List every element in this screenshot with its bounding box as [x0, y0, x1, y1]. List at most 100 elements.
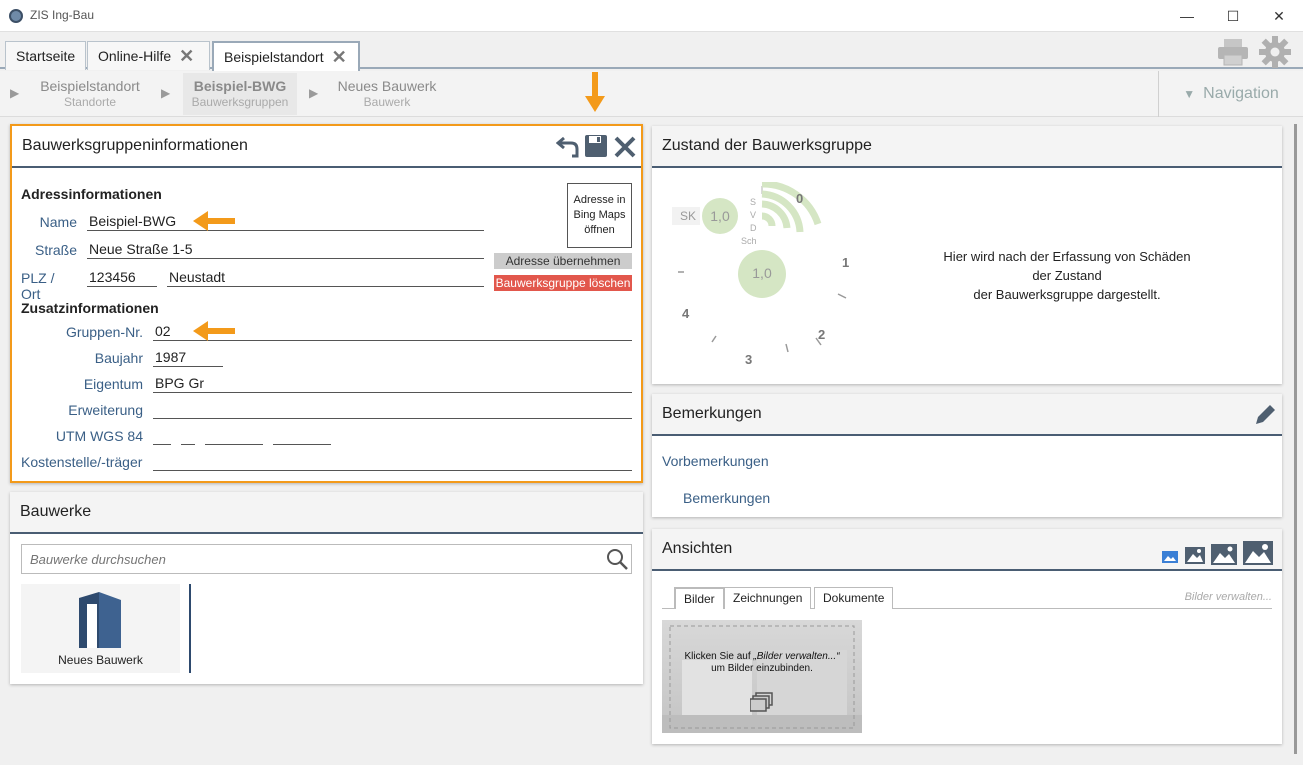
panel-title: Ansichten — [662, 540, 733, 557]
crumb-standort[interactable]: Beispielstandort Standorte — [30, 78, 150, 114]
utm-northing-field[interactable] — [273, 427, 331, 445]
chevron-down-icon: ▼ — [1183, 87, 1196, 101]
close-tab-icon[interactable]: ✕ — [332, 47, 347, 68]
tab-label: Beispielstandort — [224, 49, 324, 65]
bing-maps-button[interactable]: Adresse in Bing Maps öffnen — [567, 183, 632, 248]
tab-zeichnungen[interactable]: Zeichnungen — [724, 587, 812, 609]
search-input[interactable] — [22, 545, 582, 573]
street-field[interactable]: Neue Straße 1-5 — [87, 241, 484, 259]
condition-value: 1,0 — [752, 265, 772, 281]
scale-2: 2 — [818, 327, 826, 342]
crumb-arrow-icon: ▶ — [10, 86, 20, 100]
tab-online-hilfe[interactable]: Online-Hilfe ✕ — [87, 41, 210, 70]
year-label: Baujahr — [94, 350, 143, 366]
bauwerke-panel-header: Bauwerke — [10, 492, 643, 534]
condition-message: Hier wird nach der Erfassung von Schäden… — [900, 247, 1234, 304]
tab-dokumente[interactable]: Dokumente — [814, 587, 894, 609]
crumb-title: Beispiel-BWG — [193, 78, 287, 94]
building-photo-placeholder — [662, 625, 862, 733]
zip-field[interactable]: 123456 — [87, 269, 157, 287]
navigation-button[interactable]: ▼ Navigation — [1158, 71, 1303, 117]
close-tab-icon[interactable]: ✕ — [179, 46, 194, 67]
title-bar — [0, 0, 1303, 32]
city-field[interactable]: Neustadt — [167, 269, 484, 287]
crumb-arrow-icon: ▶ — [161, 86, 171, 100]
name-field[interactable]: Beispiel-BWG — [87, 213, 484, 231]
tile-divider — [189, 584, 191, 673]
crumb-subtitle: Bauwerk — [363, 95, 411, 109]
image-xlarge-icon[interactable] — [1242, 540, 1274, 566]
window-title: ZIS Ing-Bau — [30, 8, 95, 22]
utm-zone-field[interactable] — [153, 427, 171, 445]
message-line: der Zustand — [1032, 268, 1102, 283]
vorbemerkungen-link[interactable]: Vorbemerkungen — [662, 453, 769, 469]
bauwerke-search-box — [21, 544, 632, 574]
tab-label: Online-Hilfe — [98, 48, 172, 64]
apply-address-button[interactable]: Adresse übernehmen — [494, 253, 632, 269]
delete-group-button[interactable]: Bauwerksgruppe löschen — [494, 275, 632, 291]
scale-3: 3 — [745, 352, 753, 367]
panel-title: Bemerkungen — [662, 405, 762, 422]
search-icon[interactable] — [606, 548, 628, 570]
panel-title: Zustand der Bauwerksgruppe — [662, 137, 872, 154]
sk-value: 1,0 — [710, 208, 730, 224]
scrollbar[interactable] — [1294, 124, 1297, 754]
bemerkungen-link[interactable]: Bemerkungen — [683, 490, 770, 506]
group-no-label: Gruppen-Nr. — [65, 324, 143, 340]
name-label: Name — [39, 214, 77, 230]
scale-1: 1 — [842, 255, 850, 270]
letter-v: V — [750, 210, 757, 220]
panel-title: Bauwerke — [20, 503, 92, 520]
close-window-button[interactable]: ✕ — [1256, 0, 1302, 32]
edit-pencil-icon[interactable] — [1252, 402, 1278, 428]
bemerkungen-panel-header: Bemerkungen — [652, 394, 1282, 436]
letter-s: S — [750, 197, 757, 207]
letter-sch: Sch — [741, 236, 757, 246]
tab-bilder[interactable]: Bilder — [674, 587, 725, 609]
crumb-bauwerk[interactable]: Neues Bauwerk Bauwerk — [328, 78, 446, 114]
image-medium-icon[interactable] — [1184, 546, 1206, 565]
utm-band-field[interactable] — [181, 427, 195, 445]
panel-title: Bauwerksgruppeninformationen — [22, 137, 248, 154]
owner-label: Eigentum — [83, 376, 143, 392]
extension-field[interactable] — [153, 401, 632, 419]
image-large-icon[interactable] — [1210, 543, 1238, 566]
bauwerk-tile-label: Neues Bauwerk — [58, 653, 143, 667]
crumb-subtitle: Standorte — [63, 95, 117, 109]
images-dropzone[interactable]: Klicken Sie auf „Bilder verwalten...“ um… — [662, 620, 862, 733]
gear-icon[interactable] — [1258, 35, 1292, 69]
close-icon[interactable] — [613, 135, 637, 159]
maximize-button[interactable]: ☐ — [1210, 0, 1256, 32]
extra-heading: Zusatzinformationen — [21, 300, 159, 316]
hint-text: Klicken Sie auf — [684, 651, 754, 662]
annotation-arrow-left-icon — [193, 211, 235, 231]
building-icon — [79, 592, 121, 648]
navigation-label: Navigation — [1203, 85, 1279, 102]
cost-field[interactable] — [153, 453, 632, 471]
crumb-subtitle: Bauwerksgruppen — [191, 95, 289, 109]
tab-beispielstandort[interactable]: Beispielstandort ✕ — [212, 41, 360, 71]
app-logo-icon — [9, 9, 23, 23]
year-field[interactable]: 1987 — [153, 349, 223, 367]
minimize-button[interactable]: — — [1164, 0, 1210, 32]
sk-label: SK — [680, 209, 697, 223]
save-icon[interactable] — [584, 134, 608, 158]
tab-label: Startseite — [16, 48, 76, 64]
message-line: Hier wird nach der Erfassung von Schäden — [943, 249, 1191, 264]
crumb-arrow-icon: ▶ — [309, 86, 319, 100]
undo-icon[interactable] — [556, 134, 580, 158]
cost-label: Kostenstelle/-träger — [21, 454, 143, 470]
manage-images-link[interactable]: Bilder verwalten... — [1100, 591, 1272, 603]
image-small-icon[interactable] — [1161, 549, 1179, 565]
extension-label: Erweiterung — [68, 402, 143, 418]
owner-field[interactable]: BPG Gr — [153, 375, 632, 393]
tab-startseite[interactable]: Startseite — [5, 41, 86, 70]
hint-text: um Bilder einzubinden. — [711, 663, 813, 674]
utm-label: UTM WGS 84 — [55, 428, 143, 444]
crumb-bwg[interactable]: Beispiel-BWG Bauwerksgruppen — [183, 73, 297, 115]
message-line: der Bauwerksgruppe dargestellt. — [973, 287, 1161, 302]
utm-easting-field[interactable] — [205, 427, 263, 445]
scale-0: 0 — [796, 191, 804, 206]
address-heading: Adressinformationen — [21, 186, 162, 202]
print-icon[interactable] — [1217, 37, 1249, 67]
